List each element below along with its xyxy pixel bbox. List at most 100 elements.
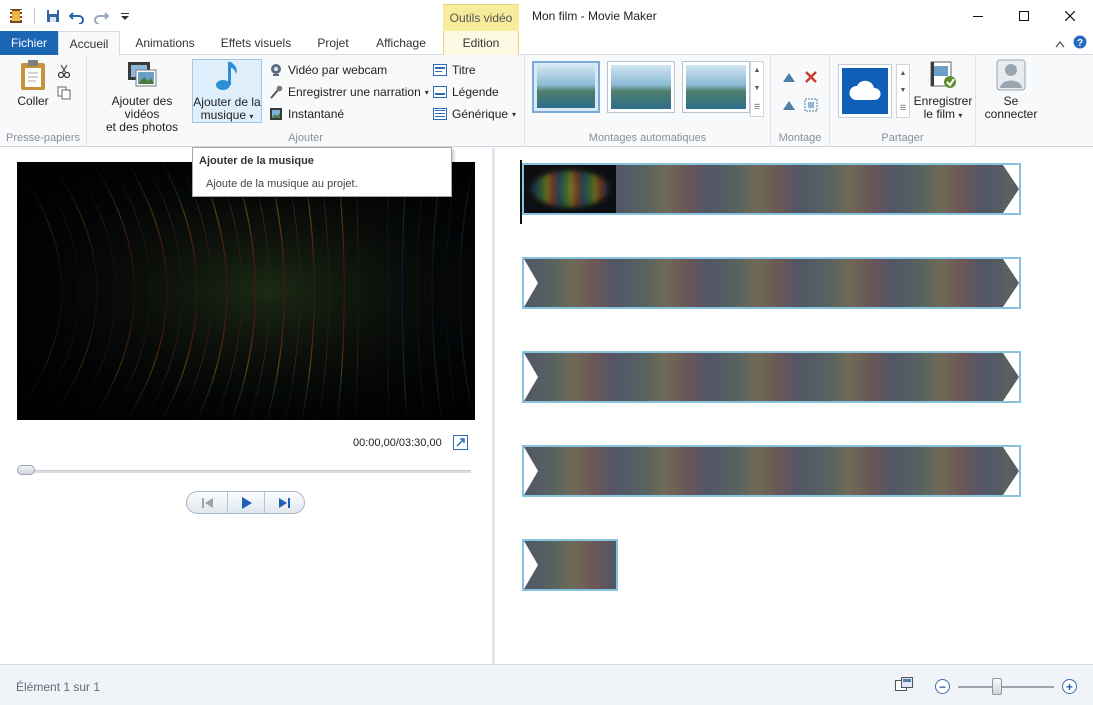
record-narration-button[interactable]: Enregistrer une narration ▾	[268, 82, 429, 102]
previous-frame-button[interactable]	[188, 492, 226, 513]
automovie-theme-thumb[interactable]	[532, 61, 600, 113]
undo-icon[interactable]	[67, 6, 87, 26]
zoom-out-button[interactable]: −	[935, 679, 950, 694]
scroll-up-icon[interactable]: ▲	[900, 70, 907, 77]
tab-project[interactable]: Projet	[306, 31, 360, 55]
app-icon[interactable]	[6, 6, 26, 26]
zoom-controls: − +	[895, 677, 1077, 696]
customize-qat-icon[interactable]	[115, 6, 135, 26]
next-frame-button[interactable]	[266, 492, 304, 513]
group-label-editing: Montage	[778, 132, 822, 144]
playhead-indicator[interactable]	[520, 160, 522, 224]
storyboard-clip-row[interactable]	[522, 163, 1021, 215]
paste-label: Coller	[17, 94, 49, 108]
dropdown-arrow-icon: ▾	[958, 111, 963, 120]
add-videos-line1: Ajouter des vidéos	[111, 94, 173, 121]
storyboard-clip-row[interactable]	[522, 445, 1021, 497]
caption-button[interactable]: Légende	[432, 82, 499, 102]
share-gallery-scroll[interactable]: ▲ ▼ ☰	[896, 64, 910, 118]
more-icon[interactable]: ☰	[754, 103, 760, 111]
group-label-clipboard: Presse-papiers	[6, 132, 80, 144]
help-icon[interactable]: ?	[1073, 35, 1087, 52]
paste-button[interactable]: Coller	[14, 59, 52, 108]
gallery-scroll-buttons[interactable]: ▲ ▼ ☰	[750, 61, 764, 117]
scroll-down-icon[interactable]: ▼	[900, 87, 907, 94]
play-button[interactable]	[226, 492, 265, 513]
seek-thumb[interactable]	[17, 465, 35, 475]
caption-icon	[432, 84, 448, 100]
automovie-gallery	[532, 61, 750, 113]
add-music-button[interactable]: Ajouter de la musique ▾	[192, 59, 262, 123]
cut-button[interactable]	[56, 61, 72, 81]
ribbon-right-controls: ?	[1055, 35, 1087, 52]
tab-home[interactable]: Accueil	[58, 31, 120, 56]
more-icon[interactable]: ☰	[900, 104, 906, 112]
minimize-button[interactable]	[955, 0, 1001, 31]
group-share: ▲ ▼ ☰ Enregistrer le film ▾ Partager	[830, 55, 976, 147]
sign-in-button[interactable]: Se connecter	[982, 59, 1040, 121]
playback-controls	[186, 491, 305, 514]
title-icon	[432, 62, 448, 78]
tab-edit[interactable]: Edition	[443, 31, 519, 55]
rotate-left-button[interactable]	[781, 67, 797, 87]
storyboard-clip-row[interactable]	[522, 351, 1021, 403]
collapse-ribbon-icon[interactable]	[1055, 37, 1065, 51]
save-movie-button[interactable]: Enregistrer le film ▾	[914, 59, 972, 122]
webcam-video-button[interactable]: Vidéo par webcam	[268, 60, 387, 80]
ribbon: Coller Presse-papiers Ajouter des vidéos…	[0, 55, 1093, 147]
rotate-left-icon	[781, 69, 797, 85]
music-note-icon	[211, 60, 243, 92]
window-controls	[955, 0, 1093, 31]
tab-file[interactable]: Fichier	[0, 31, 58, 55]
rotate-right-icon	[781, 97, 797, 113]
redo-icon[interactable]	[91, 6, 111, 26]
microphone-icon	[268, 84, 284, 100]
tab-animations[interactable]: Animations	[126, 31, 204, 55]
context-tab-header: Outils vidéo	[443, 4, 519, 31]
automovie-theme-thumb[interactable]	[682, 61, 750, 113]
credits-button[interactable]: Générique ▾	[432, 104, 516, 124]
rotate-right-button[interactable]	[781, 95, 797, 115]
preview-frame-image	[17, 162, 475, 420]
narration-label: Enregistrer une narration	[288, 85, 421, 99]
title-button[interactable]: Titre	[432, 60, 476, 80]
save-movie-line2: le film ▾	[923, 107, 963, 121]
storyboard-clip-row[interactable]	[522, 257, 1021, 309]
copy-button[interactable]	[56, 83, 72, 103]
zoom-in-button[interactable]: +	[1062, 679, 1077, 694]
fullscreen-preview-icon[interactable]	[453, 435, 468, 450]
thumbnail-size-icon[interactable]	[895, 677, 913, 696]
close-button[interactable]	[1047, 0, 1093, 31]
clipboard-icon	[17, 59, 49, 91]
storyboard-pane	[495, 148, 1093, 664]
snapshot-button[interactable]: Instantané	[268, 104, 344, 124]
snapshot-icon	[268, 106, 284, 122]
user-icon	[995, 59, 1027, 91]
add-videos-photos-button[interactable]: Ajouter des vidéos et des photos	[93, 59, 191, 134]
time-readout: 00:00,00/03:30,00	[353, 437, 442, 449]
maximize-button[interactable]	[1001, 0, 1047, 31]
scissors-icon	[56, 63, 72, 79]
scroll-up-icon[interactable]: ▲	[754, 67, 761, 74]
scroll-down-icon[interactable]: ▼	[754, 85, 761, 92]
tooltip-title: Ajouter de la musique	[199, 155, 314, 167]
copy-icon	[56, 85, 72, 101]
status-text: Élément 1 sur 1	[16, 680, 101, 694]
tab-visual-effects[interactable]: Effets visuels	[212, 31, 300, 55]
tab-view[interactable]: Affichage	[366, 31, 436, 55]
dropdown-arrow-icon: ▾	[249, 112, 254, 121]
seek-bar[interactable]	[18, 470, 471, 473]
caption-label: Légende	[452, 85, 499, 99]
select-all-button[interactable]	[803, 95, 819, 115]
zoom-slider[interactable]	[958, 677, 1054, 695]
share-gallery	[838, 64, 892, 118]
storyboard-clip-row[interactable]	[522, 539, 618, 591]
onedrive-icon[interactable]	[842, 68, 888, 114]
video-preview[interactable]	[17, 162, 475, 420]
zoom-slider-thumb[interactable]	[992, 677, 1003, 695]
remove-button[interactable]	[803, 67, 819, 87]
automovie-theme-thumb[interactable]	[607, 61, 675, 113]
save-icon[interactable]	[43, 6, 63, 26]
tooltip: Ajouter de la musique Ajoute de la musiq…	[192, 147, 452, 197]
qat-separator	[34, 8, 35, 24]
